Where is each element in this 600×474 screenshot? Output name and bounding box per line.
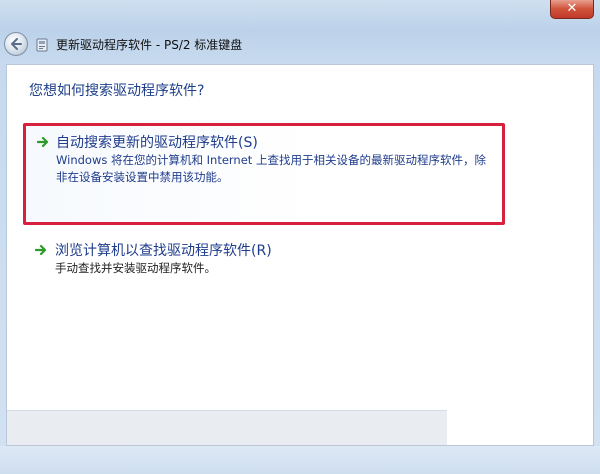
close-icon: ✕ bbox=[566, 1, 578, 16]
page-heading: 您想如何搜索驱动程序软件? bbox=[29, 83, 205, 99]
dialog-window: ✕ 更新驱动程序软件 - PS/2 标准键盘 您想如何搜索驱动程序软件? 自动搜… bbox=[0, 0, 600, 474]
window-title: 更新驱动程序软件 - PS/2 标准键盘 bbox=[56, 38, 243, 52]
status-strip bbox=[7, 410, 447, 445]
back-arrow-icon bbox=[11, 38, 22, 50]
title-bar: ✕ 更新驱动程序软件 - PS/2 标准键盘 bbox=[0, 0, 600, 64]
back-button[interactable] bbox=[4, 32, 28, 56]
device-icon bbox=[36, 38, 48, 52]
auto-search-description: Windows 将在您的计算机和 Internet 上查找用于相关设备的最新驱动… bbox=[56, 153, 486, 184]
close-button[interactable]: ✕ bbox=[550, 0, 594, 19]
browse-computer-option[interactable]: 浏览计算机以查找驱动程序软件(R) 手动查找并安装驱动程序软件。 bbox=[23, 233, 505, 293]
dialog-footer bbox=[0, 446, 600, 474]
green-arrow-icon bbox=[35, 244, 47, 256]
content-panel: 您想如何搜索驱动程序软件? 自动搜索更新的驱动程序软件(S) Windows 将… bbox=[6, 64, 594, 446]
auto-search-option[interactable]: 自动搜索更新的驱动程序软件(S) Windows 将在您的计算机和 Intern… bbox=[23, 123, 505, 225]
green-arrow-icon bbox=[37, 136, 49, 148]
browse-computer-title[interactable]: 浏览计算机以查找驱动程序软件(R) bbox=[55, 240, 272, 260]
auto-search-title[interactable]: 自动搜索更新的驱动程序软件(S) bbox=[56, 132, 258, 152]
browse-computer-description: 手动查找并安装驱动程序软件。 bbox=[55, 261, 216, 275]
